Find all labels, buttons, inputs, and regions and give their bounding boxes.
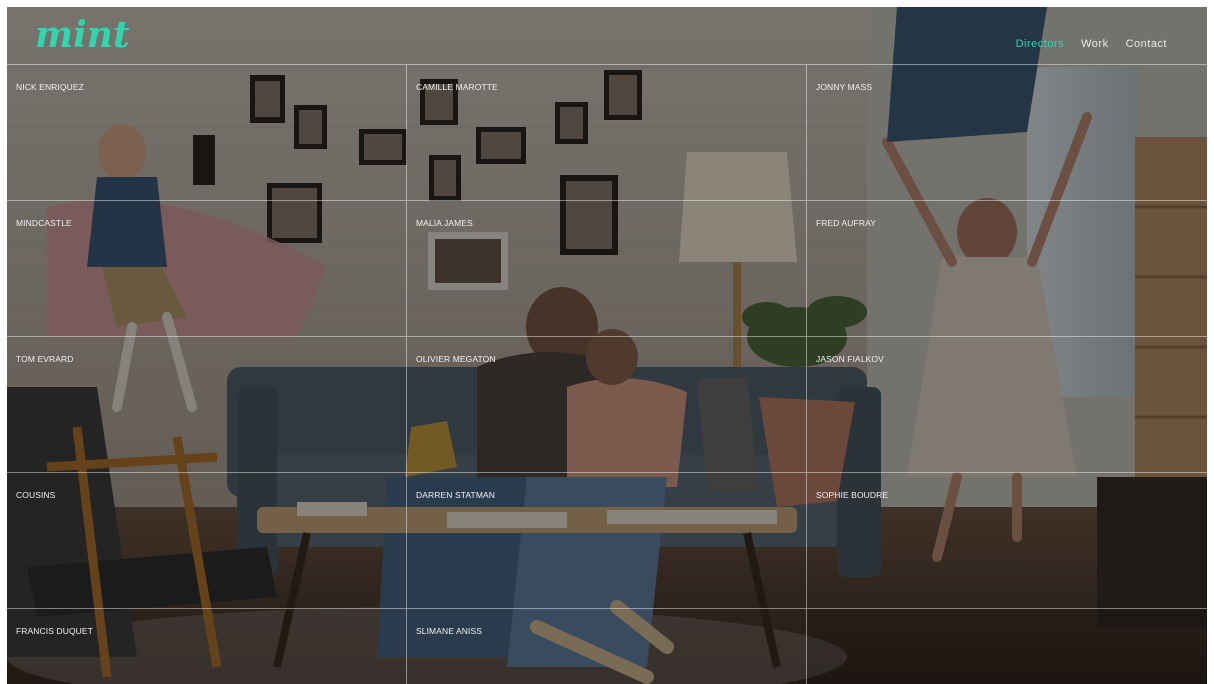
director-name: MALIA JAMES	[416, 218, 473, 228]
director-name: TOM EVRARD	[16, 354, 74, 364]
director-tile-malia-james[interactable]: MALIA JAMES	[407, 200, 807, 336]
mint-logo[interactable]: mint	[35, 13, 130, 57]
nav-directors[interactable]: Directors	[1016, 38, 1065, 50]
director-name: JONNY MASS	[816, 82, 873, 92]
director-name: SLIMANE ANISS	[416, 626, 483, 636]
director-name: DARREN STATMAN	[416, 490, 496, 500]
director-name: FRED AUFRAY	[816, 218, 876, 228]
director-name: COUSINS	[16, 490, 56, 500]
site-header: mint Directors Work Contact	[7, 7, 1207, 64]
director-tile-sophie-boudre[interactable]: SOPHIE BOUDRE	[807, 472, 1207, 608]
directors-grid: NICK ENRIQUEZ CAMILLE MAROTTE JONNY MASS…	[7, 64, 1207, 684]
director-tile-jason-fialkov[interactable]: JASON FIALKOV	[807, 336, 1207, 472]
director-tile-fred-aufray[interactable]: FRED AUFRAY	[807, 200, 1207, 336]
director-name: CAMILLE MAROTTE	[416, 82, 498, 92]
director-tile-nick-enriquez[interactable]: NICK ENRIQUEZ	[7, 64, 407, 200]
director-tile-darren-statman[interactable]: DARREN STATMAN	[407, 472, 807, 608]
director-tile-olivier-megaton[interactable]: OLIVIER MEGATON	[407, 336, 807, 472]
director-name: NICK ENRIQUEZ	[16, 82, 84, 92]
director-name: JASON FIALKOV	[816, 354, 884, 364]
director-tile-empty	[807, 608, 1207, 684]
director-tile-slimane-aniss[interactable]: SLIMANE ANISS	[407, 608, 807, 684]
nav-work[interactable]: Work	[1081, 38, 1108, 50]
director-tile-camille-marotte[interactable]: CAMILLE MAROTTE	[407, 64, 807, 200]
nav-contact[interactable]: Contact	[1126, 38, 1167, 50]
director-tile-mindcastle[interactable]: MINDCASTLE	[7, 200, 407, 336]
director-tile-tom-evrard[interactable]: TOM EVRARD	[7, 336, 407, 472]
director-tile-cousins[interactable]: COUSINS	[7, 472, 407, 608]
director-tile-jonny-mass[interactable]: JONNY MASS	[807, 64, 1207, 200]
main-nav: Directors Work Contact	[1016, 38, 1167, 50]
director-name: FRANCIS DUQUET	[16, 626, 93, 636]
page-viewport: mint Directors Work Contact NICK ENRIQUE…	[7, 7, 1207, 684]
director-tile-francis-duquet[interactable]: FRANCIS DUQUET	[7, 608, 407, 684]
director-name: SOPHIE BOUDRE	[816, 490, 889, 500]
director-name: MINDCASTLE	[16, 218, 72, 228]
director-name: OLIVIER MEGATON	[416, 354, 496, 364]
